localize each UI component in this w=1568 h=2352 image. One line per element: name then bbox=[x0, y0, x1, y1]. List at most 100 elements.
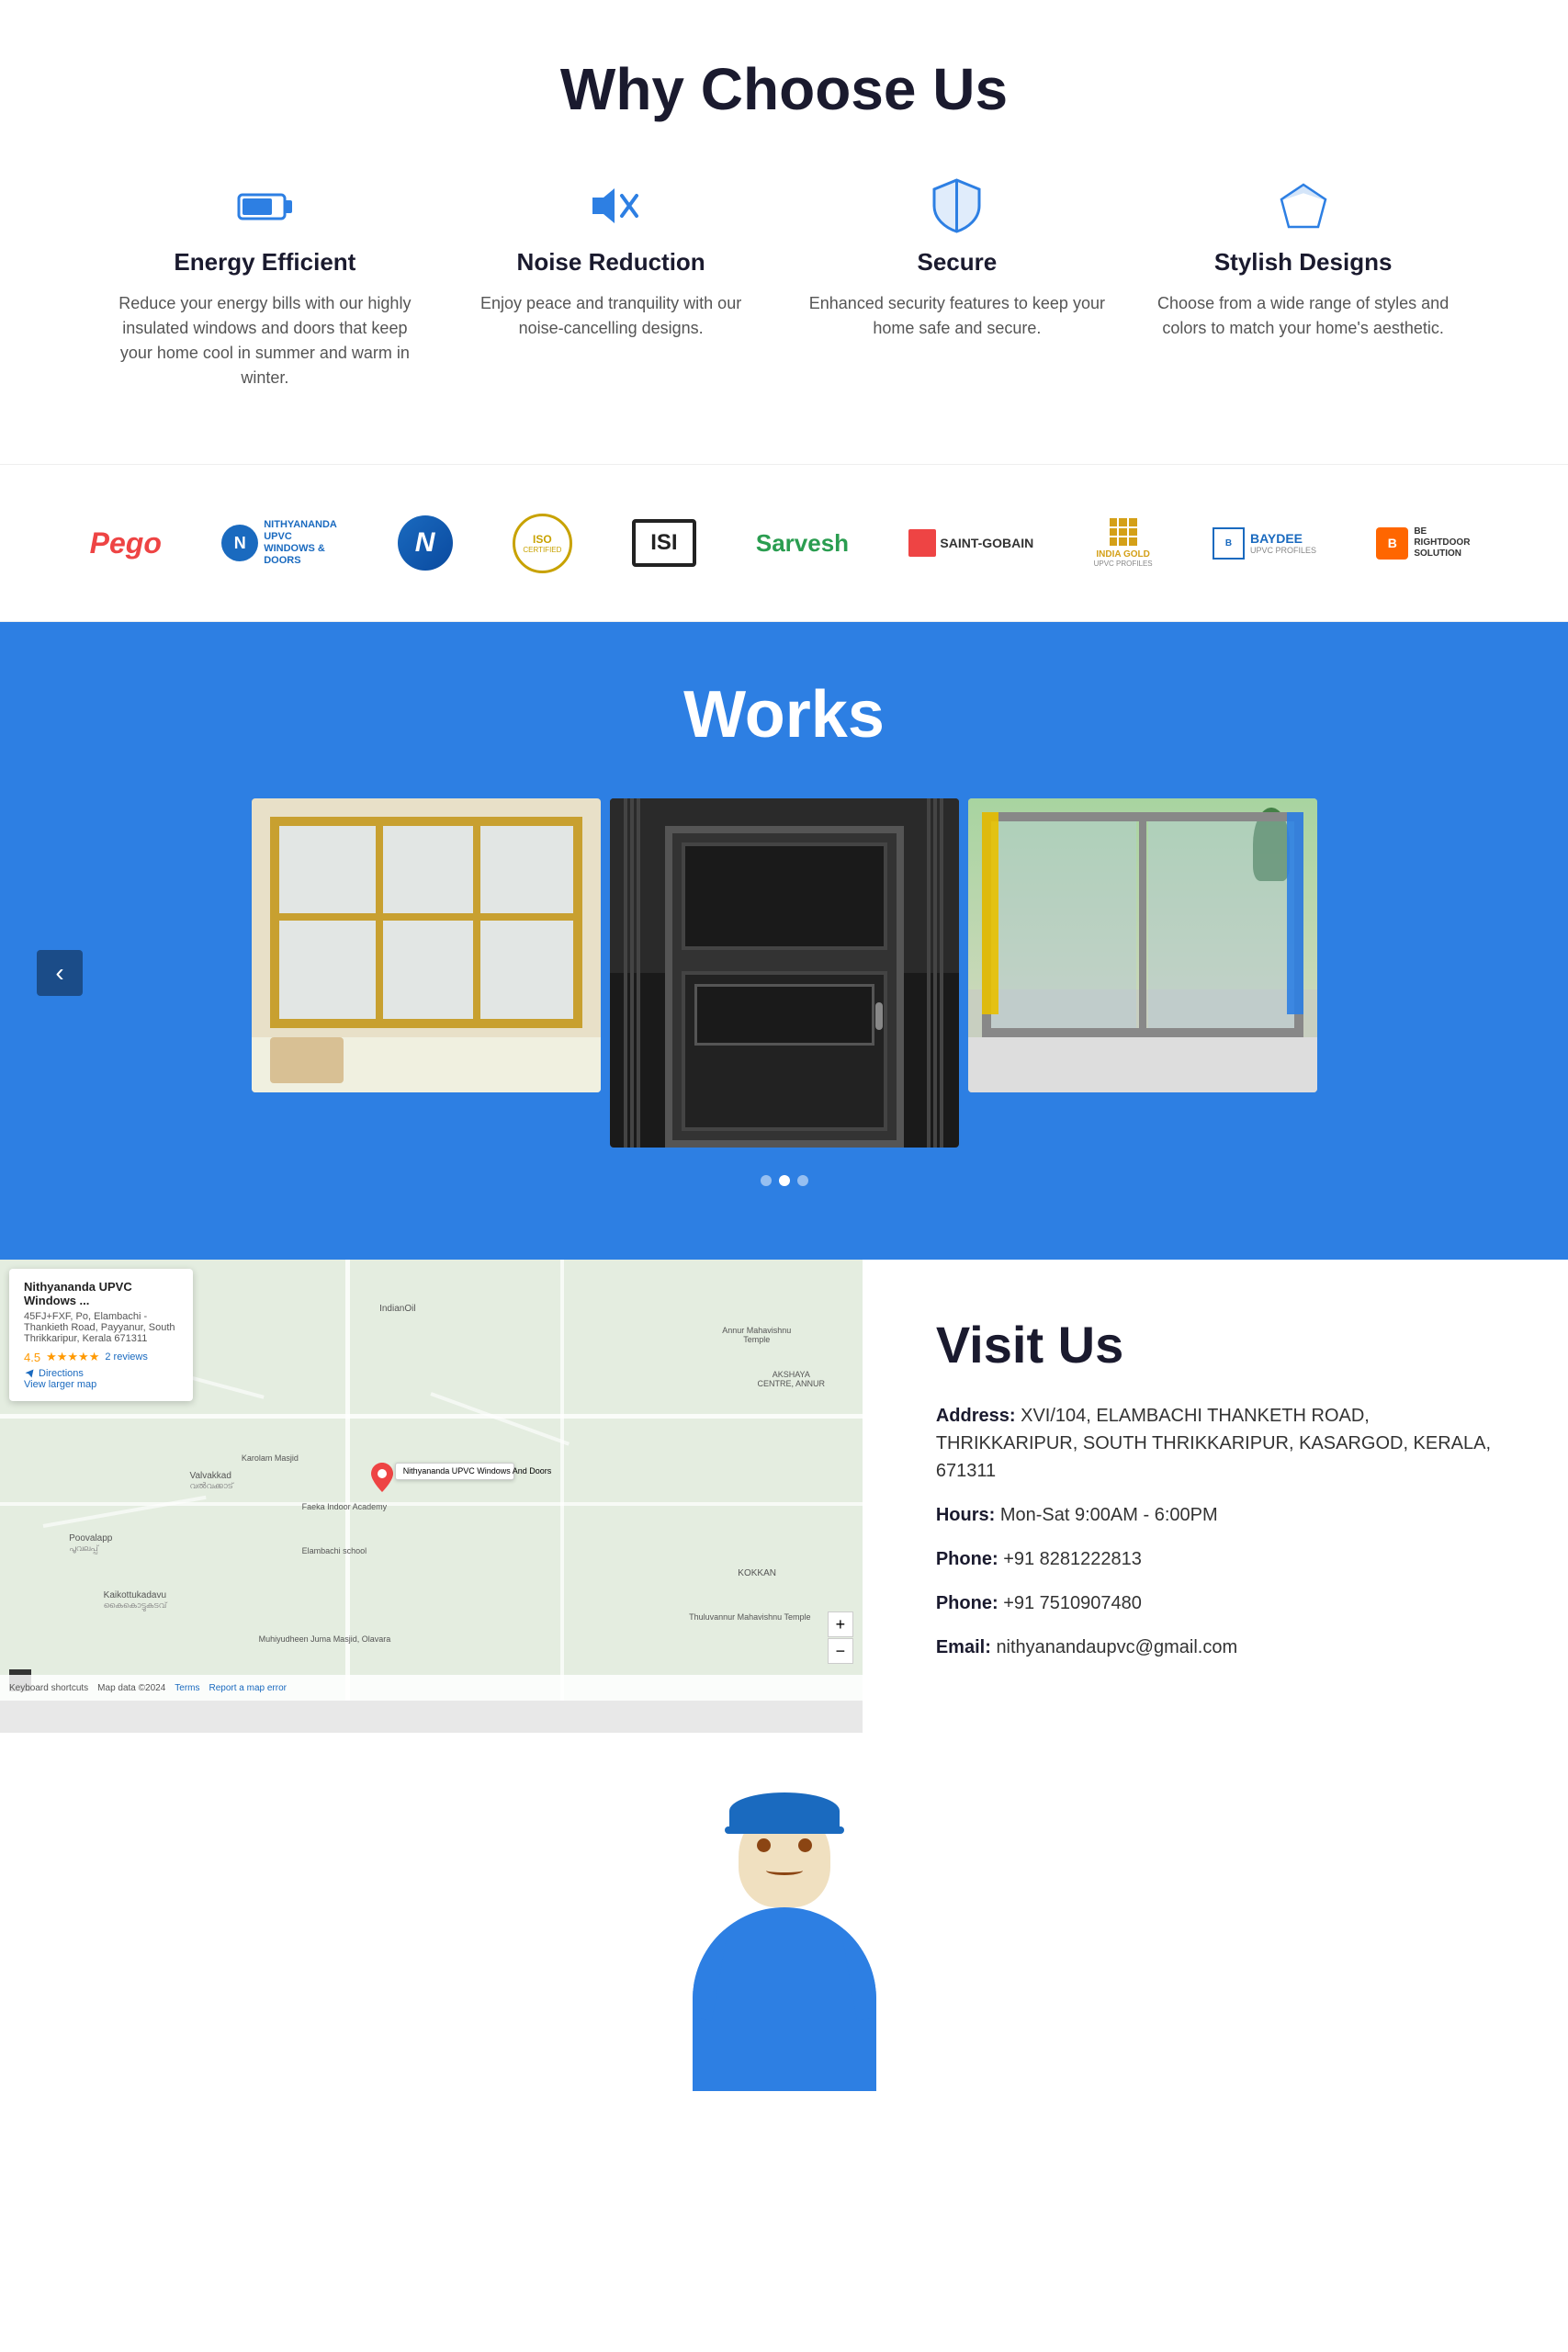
feature-secure-title: Secure bbox=[918, 248, 998, 277]
visit-email-row: Email: nithyanandaupvc@gmail.com bbox=[936, 1634, 1495, 1661]
gallery-image-right bbox=[968, 798, 1317, 1092]
map-business-name: Nithyananda UPVC Windows ... bbox=[24, 1280, 178, 1307]
map-zoom-controls[interactable]: + − bbox=[828, 1611, 853, 1664]
dot-3[interactable] bbox=[797, 1175, 808, 1186]
india-gold-logo: INDIA GOLD UPVC PROFILES bbox=[1094, 518, 1153, 568]
gallery-image-left bbox=[252, 798, 601, 1092]
diamond-icon bbox=[1271, 178, 1336, 233]
feature-energy: Energy Efficient Reduce your energy bill… bbox=[110, 178, 420, 390]
visit-hours-value: Mon-Sat 9:00AM - 6:00PM bbox=[1000, 1505, 1218, 1525]
visit-hours-label: Hours: bbox=[936, 1505, 995, 1525]
feature-secure: Secure Enhanced security features to kee… bbox=[803, 178, 1112, 390]
map-label-akshaya: AKSHAYA CENTRE, ANNUR bbox=[754, 1370, 828, 1388]
visit-email-value: nithyanandaupvc@gmail.com bbox=[996, 1637, 1237, 1657]
isi-logo: ISI bbox=[632, 519, 695, 567]
map-zoom-in-button[interactable]: + bbox=[828, 1611, 853, 1637]
map-label-kaikottukadavu: Kaikottukadavuകൈകൊട്ടുകടവ് bbox=[104, 1590, 167, 1611]
battery-icon bbox=[232, 178, 297, 233]
feature-secure-desc: Enhanced security features to keep your … bbox=[803, 291, 1112, 341]
shield-icon bbox=[925, 178, 989, 233]
works-gallery: ‹ bbox=[0, 798, 1568, 1148]
visit-title: Visit Us bbox=[936, 1315, 1495, 1374]
map-reviews[interactable]: 2 reviews bbox=[105, 1351, 147, 1363]
works-title: Works bbox=[0, 677, 1568, 752]
map-label-kokkan: KOKKAN bbox=[738, 1568, 776, 1578]
map-label-poovalapp: Poovalappപൂവലപ്പ് bbox=[69, 1533, 112, 1554]
visit-panel: Visit Us Address: XVI/104, ELAMBACHI THA… bbox=[863, 1260, 1568, 1733]
map-pin-label: Nithyananda UPVC Windows And Doors bbox=[395, 1463, 514, 1481]
brand-n-circle: N bbox=[398, 511, 453, 575]
features-grid: Energy Efficient Reduce your energy bill… bbox=[73, 178, 1495, 390]
pego-logo: Pego bbox=[90, 526, 162, 560]
person-illustration bbox=[693, 1806, 876, 2091]
map-directions-button[interactable]: Directions bbox=[24, 1368, 178, 1379]
map-bottom-bar: Keyboard shortcuts Map data ©2024 Terms … bbox=[0, 1675, 863, 1701]
map-container: Nithyananda UPVC Windows ... 45FJ+FXF, P… bbox=[0, 1260, 863, 1733]
brands-grid: Pego N NITHYANANDA UPVC WINDOWS & DOORS … bbox=[73, 511, 1495, 575]
map-label-indianoil: IndianOil bbox=[379, 1304, 415, 1314]
map-data-label: Map data ©2024 bbox=[97, 1683, 165, 1693]
mute-icon bbox=[579, 178, 643, 233]
feature-energy-title: Energy Efficient bbox=[174, 248, 355, 277]
map-stars-visual: ★★★★★ bbox=[46, 1350, 99, 1364]
feature-stylish: Stylish Designs Choose from a wide range… bbox=[1148, 178, 1458, 390]
iso-logo: ISO CERTIFIED bbox=[513, 514, 572, 573]
map-zoom-out-button[interactable]: − bbox=[828, 1638, 853, 1664]
nithyananda-logo: N NITHYANANDA UPVC WINDOWS & DOORS bbox=[221, 519, 337, 568]
visit-phone1-row: Phone: +91 8281222813 bbox=[936, 1545, 1495, 1573]
map-label-thuluvannur: Thuluvannur Mahavishnu Temple bbox=[689, 1612, 810, 1622]
brand-nithyananda: N NITHYANANDA UPVC WINDOWS & DOORS bbox=[221, 511, 337, 575]
map-report[interactable]: Report a map error bbox=[209, 1683, 287, 1693]
why-choose-us-section: Why Choose Us Energy Efficient Reduce yo… bbox=[0, 0, 1568, 464]
map-view-larger[interactable]: View larger map bbox=[24, 1379, 178, 1390]
map-rating-row: 4.5 ★★★★★ 2 reviews bbox=[24, 1350, 178, 1364]
visit-phone2-label: Phone: bbox=[936, 1593, 998, 1613]
visit-hours-row: Hours: Mon-Sat 9:00AM - 6:00PM bbox=[936, 1501, 1495, 1529]
baydee-logo: B BAYDEE UPVC PROFILES bbox=[1213, 527, 1316, 560]
feature-stylish-title: Stylish Designs bbox=[1214, 248, 1393, 277]
map-address: 45FJ+FXF, Po, Elambachi - Thankieth Road… bbox=[24, 1311, 178, 1344]
person-torso bbox=[693, 1907, 876, 2091]
feature-stylish-desc: Choose from a wide range of styles and c… bbox=[1148, 291, 1458, 341]
why-title: Why Choose Us bbox=[73, 55, 1495, 123]
sarvesh-logo: Sarvesh bbox=[756, 529, 849, 558]
works-dots bbox=[0, 1175, 1568, 1186]
visit-phone2-value: +91 7510907480 bbox=[1003, 1593, 1142, 1613]
feature-noise-title: Noise Reduction bbox=[517, 248, 705, 277]
feature-noise: Noise Reduction Enjoy peace and tranquil… bbox=[457, 178, 766, 390]
visit-email-label: Email: bbox=[936, 1637, 991, 1657]
map-info-box: Nithyananda UPVC Windows ... 45FJ+FXF, P… bbox=[9, 1269, 193, 1401]
saintgobain-logo: SAINT-GOBAIN bbox=[908, 529, 1033, 557]
brand-be: B BE RIGHTDOOR SOLUTION bbox=[1376, 511, 1478, 575]
map-label-muhiy: Muhiyudheen Juma Masjid, Olavara bbox=[259, 1634, 391, 1644]
gallery-image-center bbox=[610, 798, 959, 1148]
feature-noise-desc: Enjoy peace and tranquility with our noi… bbox=[457, 291, 766, 341]
map-terms[interactable]: Terms bbox=[175, 1683, 199, 1693]
brand-sarvesh: Sarvesh bbox=[756, 511, 849, 575]
be-logo: B BE RIGHTDOOR SOLUTION bbox=[1376, 526, 1478, 560]
contact-section: Nithyananda UPVC Windows ... 45FJ+FXF, P… bbox=[0, 1260, 1568, 1733]
brand-saintgobain: SAINT-GOBAIN bbox=[908, 511, 1033, 575]
map-label-annur: Annur Mahavishnu Temple bbox=[720, 1326, 794, 1344]
footer-area bbox=[0, 1733, 1568, 2091]
gallery-prev-button[interactable]: ‹ bbox=[37, 950, 83, 996]
map-keyboard-shortcuts: Keyboard shortcuts bbox=[9, 1683, 88, 1693]
map-directions-label: Directions bbox=[39, 1368, 84, 1379]
map-label-valvakkad: Valvakkadവൽവക്കാട് bbox=[190, 1471, 233, 1491]
footer-person-figure bbox=[0, 1806, 1568, 2091]
map-label-faeka: Faeka Indoor Academy bbox=[302, 1502, 388, 1511]
brand-isi: ISI bbox=[632, 511, 695, 575]
brand-pego: Pego bbox=[90, 511, 162, 575]
dot-1[interactable] bbox=[761, 1175, 772, 1186]
map-stars: 4.5 bbox=[24, 1351, 40, 1364]
brand-iso: ISO CERTIFIED bbox=[513, 511, 572, 575]
map-label-karolam: Karolam Masjid bbox=[242, 1453, 299, 1463]
visit-address-value: XVI/104, ELAMBACHI THANKETH ROAD, THRIKK… bbox=[936, 1406, 1491, 1481]
person-head bbox=[739, 1806, 830, 1907]
brand-india-gold: INDIA GOLD UPVC PROFILES bbox=[1094, 511, 1153, 575]
visit-phone1-value: +91 8281222813 bbox=[1003, 1549, 1142, 1569]
n-circle-logo: N bbox=[398, 515, 453, 571]
visit-address-row: Address: XVI/104, ELAMBACHI THANKETH ROA… bbox=[936, 1402, 1495, 1485]
dot-2[interactable] bbox=[779, 1175, 790, 1186]
feature-energy-desc: Reduce your energy bills with our highly… bbox=[110, 291, 420, 390]
